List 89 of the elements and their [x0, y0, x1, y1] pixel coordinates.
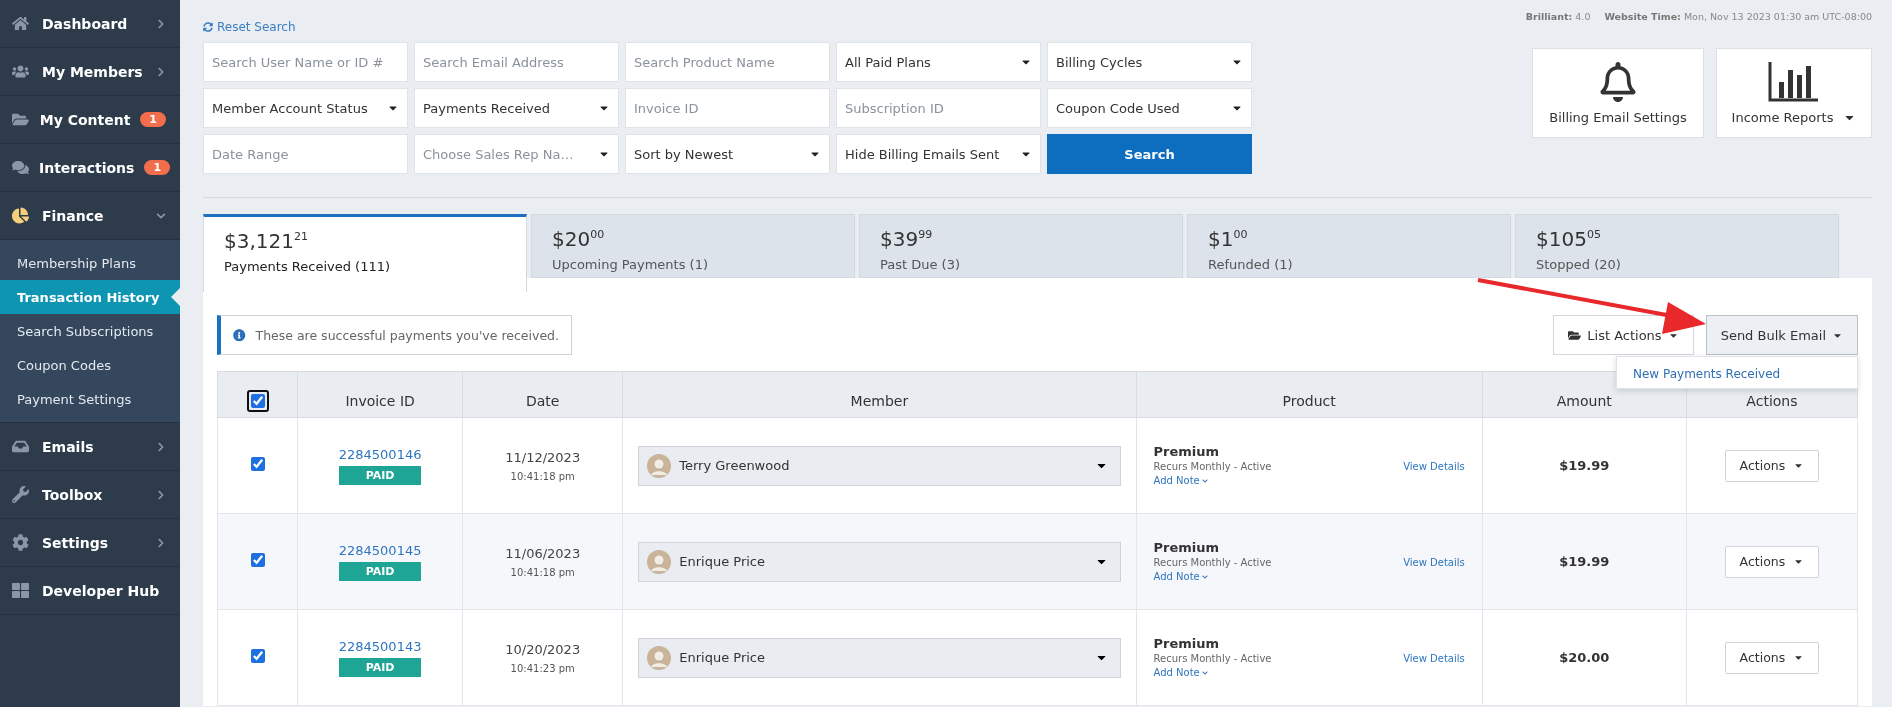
- date-text: 10/20/2023: [504, 641, 582, 657]
- amount-text: $1$^{00}$: [1208, 227, 1249, 251]
- summary-tab[interactable]: $3,121$^{21}$ Payments Received (111): [203, 214, 527, 292]
- amount-text: $20.00: [1559, 650, 1610, 665]
- plan-text: Recurs Monthly - Active: [1153, 557, 1273, 568]
- add-note-link[interactable]: Add Note: [1153, 475, 1208, 486]
- actions-button[interactable]: Actions: [1724, 449, 1820, 482]
- submenu-item[interactable]: Search Subscriptions: [0, 314, 180, 348]
- summary-tab[interactable]: $105$^{05}$ Stopped (20): [1515, 214, 1839, 278]
- product-name: Premium: [1153, 540, 1221, 555]
- sidebar-item[interactable]: Toolbox: [0, 471, 180, 519]
- amount-text: $19.99: [1559, 458, 1610, 473]
- tab-label: Upcoming Payments (1): [552, 257, 709, 272]
- amount-text: $20$^{00}$: [552, 227, 606, 251]
- submenu-item[interactable]: Coupon Codes: [0, 348, 180, 382]
- tab-label: Stopped (20): [1536, 257, 1622, 272]
- filter-select[interactable]: Member Account Status: [203, 88, 408, 128]
- time-text: 10:41:23 pm: [509, 662, 576, 674]
- sidebar-item[interactable]: Interactions 1: [0, 144, 180, 192]
- submenu-item[interactable]: Membership Plans: [0, 246, 180, 280]
- filter-select[interactable]: Payments Received: [414, 88, 619, 128]
- plan-text: Recurs Monthly - Active: [1153, 461, 1273, 472]
- sidebar-item[interactable]: My Members: [0, 48, 180, 96]
- submenu-item[interactable]: Transaction History: [0, 280, 180, 314]
- sidebar-item[interactable]: Developer Hub: [0, 567, 180, 615]
- tab-label: Refunded (1): [1208, 257, 1294, 272]
- amount-text: $19.99: [1559, 554, 1610, 569]
- tool-button[interactable]: Billing Email Settings: [1532, 48, 1704, 138]
- column-header: Invoice ID: [297, 371, 463, 418]
- amount-text: $105$^{05}$: [1536, 227, 1602, 251]
- invoice-link[interactable]: 2284500143: [338, 638, 422, 654]
- add-note-link[interactable]: Add Note: [1153, 667, 1208, 678]
- plan-text: Recurs Monthly - Active: [1153, 653, 1273, 664]
- actions-button[interactable]: Actions: [1724, 641, 1820, 674]
- sidebar-item[interactable]: Emails: [0, 423, 180, 471]
- product-name: Premium: [1153, 444, 1221, 459]
- status-badge: PAID: [339, 561, 422, 581]
- submenu-item[interactable]: Payment Settings: [0, 382, 180, 416]
- sidebar-item[interactable]: Settings: [0, 519, 180, 567]
- filter-field[interactable]: Invoice ID: [625, 88, 830, 128]
- date-text: 11/06/2023: [504, 545, 582, 561]
- invoice-link[interactable]: 2284500146: [338, 446, 422, 462]
- sidebar-item[interactable]: Dashboard: [0, 0, 180, 48]
- filter-field[interactable]: Subscription ID: [836, 88, 1041, 128]
- summary-tab[interactable]: $1$^{00}$ Refunded (1): [1187, 214, 1511, 278]
- date-text: 11/12/2023: [504, 449, 582, 465]
- filter-field[interactable]: Date Range: [203, 134, 408, 174]
- member-select[interactable]: Terry Greenwood: [638, 445, 1121, 486]
- bulk-email-button[interactable]: Send Bulk Email: [1705, 315, 1858, 355]
- filter-select[interactable]: Hide Billing Emails Sent: [836, 134, 1041, 174]
- member-select[interactable]: Enrique Price: [638, 541, 1121, 582]
- product-name: Premium: [1153, 636, 1221, 651]
- summary-tab[interactable]: $20$^{00}$ Upcoming Payments (1): [531, 214, 855, 278]
- search-button[interactable]: Search: [1047, 134, 1252, 174]
- column-header: Date: [462, 371, 623, 418]
- filter-field[interactable]: Search User Name or ID #: [203, 42, 408, 82]
- member-select[interactable]: Enrique Price: [638, 637, 1121, 678]
- time-text: 10:41:18 pm: [509, 470, 576, 482]
- status-badge: PAID: [339, 465, 422, 485]
- tab-label: Payments Received (111): [224, 259, 392, 274]
- filter-field[interactable]: Search Email Address: [414, 42, 619, 82]
- filter-select[interactable]: Billing Cycles: [1047, 42, 1252, 82]
- info-text: These are successful payments you've received.: [255, 327, 559, 343]
- filter-field[interactable]: Search Product Name: [625, 42, 830, 82]
- status-badge: PAID: [339, 657, 422, 677]
- view-details-link[interactable]: View Details: [1403, 461, 1465, 472]
- column-header: Product: [1136, 371, 1483, 418]
- tab-label: Past Due (3): [880, 257, 962, 272]
- meta-text: Brilliant: 4.0: [1525, 11, 1591, 22]
- count-badge: 1: [140, 112, 166, 127]
- tool-button[interactable]: Income Reports: [1716, 48, 1872, 138]
- count-badge: 1: [144, 160, 171, 175]
- time-text: 10:41:18 pm: [509, 566, 576, 578]
- actions-button[interactable]: Actions: [1724, 545, 1820, 578]
- list-actions-button[interactable]: List Actions: [1553, 315, 1694, 355]
- column-header: Member: [622, 371, 1137, 418]
- view-details-link[interactable]: View Details: [1403, 653, 1465, 664]
- view-details-link[interactable]: View Details: [1403, 557, 1465, 568]
- filter-select[interactable]: Coupon Code Used: [1047, 88, 1252, 128]
- amount-text: $39$^{99}$: [880, 227, 934, 251]
- add-note-link[interactable]: Add Note: [1153, 571, 1208, 582]
- sidebar-item[interactable]: My Content 1: [0, 96, 180, 144]
- reset-search-link[interactable]: Reset Search: [203, 20, 1252, 34]
- amount-text: $3,121$^{21}$: [224, 229, 309, 253]
- filter-select[interactable]: Sort by Newest: [625, 134, 830, 174]
- filter-select[interactable]: All Paid Plans: [836, 42, 1041, 82]
- summary-tab[interactable]: $39$^{99}$ Past Due (3): [859, 214, 1183, 278]
- meta-text: Website Time: Mon, Nov 13 2023 01:30 am UTC-08:00: [1604, 11, 1872, 22]
- invoice-link[interactable]: 2284500145: [338, 542, 422, 558]
